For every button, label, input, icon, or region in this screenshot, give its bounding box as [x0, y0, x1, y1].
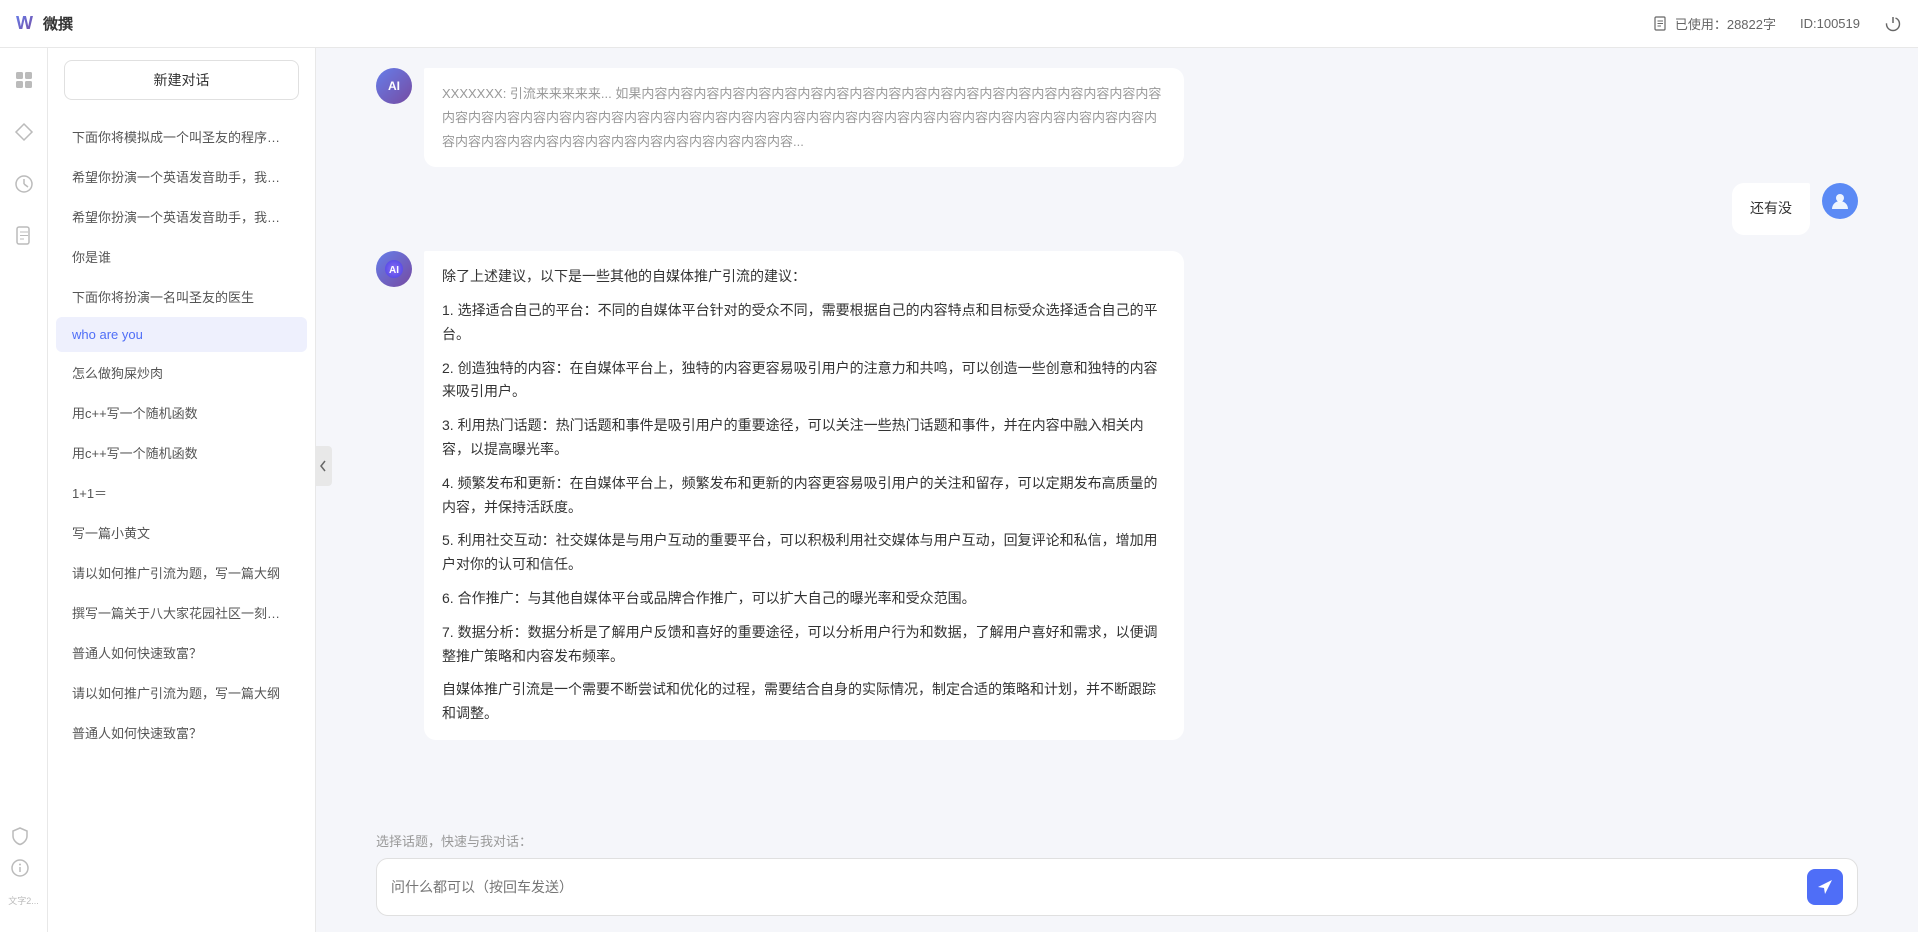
power-icon[interactable]	[1884, 15, 1902, 33]
chat-list-item-11[interactable]: 请以如何推广引流为题，写一篇大纲	[56, 553, 307, 592]
ai-avatar-top: AI	[376, 68, 412, 104]
messages-area: AI XXXXXXX: 引流来来来来来... 如果内容内容内容内容内容内容内容内…	[316, 48, 1918, 819]
sidebar-toggle[interactable]	[316, 446, 332, 486]
document-count-icon	[1653, 16, 1669, 32]
chat-list-item-3[interactable]: 你是谁	[56, 237, 307, 276]
ai-conclusion: 自媒体推广引流是一个需要不断尝试和优化的过程，需要结合自身的实际情况，制定合适的…	[442, 678, 1166, 726]
chat-list-item-8[interactable]: 用c++写一个随机函数	[56, 433, 307, 472]
topbar-right: 已使用：28822字 ID:100519	[1653, 14, 1902, 33]
chat-list-item-9[interactable]: 1+1＝	[56, 473, 307, 512]
sidebar-icon-clock[interactable]	[8, 168, 40, 200]
sidebar-icon-document[interactable]	[8, 220, 40, 252]
ai-bubble-1: 除了上述建议，以下是一些其他的自媒体推广引流的建议： 1. 选择适合自己的平台：…	[424, 251, 1184, 740]
message-row-ai-1: AI 除了上述建议，以下是一些其他的自媒体推广引流的建议： 1. 选择适合自己的…	[376, 251, 1858, 740]
top-truncated-text: XXXXXXX: 引流来来来来来... 如果内容内容内容内容内容内容内容内容内容…	[442, 86, 1161, 149]
message-row-user-1: 还有没	[376, 183, 1858, 235]
ai-point-6: 6. 合作推广：与其他自媒体平台或品牌合作推广，可以扩大自己的曝光率和受众范围。	[442, 587, 1166, 611]
chat-list-item-0[interactable]: 下面你将模拟成一个叫圣友的程序员，我说...	[56, 117, 307, 156]
app-title: 微撰	[43, 13, 73, 34]
ai-point-7: 7. 数据分析：数据分析是了解用户反馈和喜好的重要途径，可以分析用户行为和数据，…	[442, 621, 1166, 669]
send-button[interactable]	[1807, 869, 1843, 905]
chat-list-item-10[interactable]: 写一篇小黄文	[56, 513, 307, 552]
ai-point-5: 5. 利用社交互动：社交媒体是与用户互动的重要平台，可以积极利用社交媒体与用户互…	[442, 529, 1166, 577]
svg-text:AI: AI	[389, 265, 399, 276]
topbar: W 微撰 已使用：28822字 ID:100519	[0, 0, 1918, 48]
icon-sidebar: 文字2...	[0, 48, 48, 932]
chat-main: AI XXXXXXX: 引流来来来来来... 如果内容内容内容内容内容内容内容内…	[316, 48, 1918, 932]
ai-bubble-top: XXXXXXX: 引流来来来来来... 如果内容内容内容内容内容内容内容内容内容…	[424, 68, 1184, 167]
usage-info: 已使用：28822字	[1653, 14, 1776, 33]
chat-list-item-13[interactable]: 普通人如何快速致富？	[56, 633, 307, 672]
chat-list-item-5[interactable]: who are you	[56, 317, 307, 352]
new-chat-button[interactable]: 新建对话	[64, 60, 299, 100]
user-avatar-1	[1822, 183, 1858, 219]
input-area: 选择话题，快速与我对话：	[316, 819, 1918, 932]
chat-list-item-14[interactable]: 请以如何推广引流为题，写一篇大纲	[56, 673, 307, 712]
user-message-1-text: 还有没	[1750, 200, 1792, 216]
chat-list-item-7[interactable]: 用c++写一个随机函数	[56, 393, 307, 432]
ai-avatar-1: AI	[376, 251, 412, 287]
chat-input[interactable]	[391, 875, 1807, 899]
ai-point-2: 2. 创造独特的内容：在自媒体平台上，独特的内容更容易吸引用户的注意力和共鸣，可…	[442, 357, 1166, 405]
send-icon	[1816, 878, 1834, 896]
message-row-top: AI XXXXXXX: 引流来来来来来... 如果内容内容内容内容内容内容内容内…	[376, 68, 1858, 167]
chat-list-item-2[interactable]: 希望你扮演一个英语发音助手，我提供给你...	[56, 197, 307, 236]
chat-list-item-12[interactable]: 撰写一篇关于八大家花园社区一刻钟便民生...	[56, 593, 307, 632]
chat-list-item-15[interactable]: 普通人如何快速致富？	[56, 713, 307, 752]
sidebar-icon-info[interactable]	[4, 852, 36, 884]
user-bubble-1: 还有没	[1732, 183, 1810, 235]
chat-sidebar: 新建对话 下面你将模拟成一个叫圣友的程序员，我说...希望你扮演一个英语发音助手…	[48, 48, 316, 932]
app-logo: W	[16, 13, 33, 34]
chat-list-item-1[interactable]: 希望你扮演一个英语发音助手，我提供给你...	[56, 157, 307, 196]
input-box-wrapper	[376, 858, 1858, 916]
ai-point-1: 1. 选择适合自己的平台：不同的自媒体平台针对的受众不同，需要根据自己的内容特点…	[442, 299, 1166, 347]
chat-list-item-6[interactable]: 怎么做狗屎炒肉	[56, 353, 307, 392]
chat-list-item-4[interactable]: 下面你将扮演一名叫圣友的医生	[56, 277, 307, 316]
sidebar-bottom-text[interactable]: 文字2...	[4, 884, 43, 916]
ai-point-4: 4. 频繁发布和更新：在自媒体平台上，频繁发布和更新的内容更容易吸引用户的关注和…	[442, 472, 1166, 520]
user-id: ID:100519	[1800, 16, 1860, 31]
icon-sidebar-bottom: 文字2...	[4, 820, 43, 916]
sidebar-icon-home[interactable]	[8, 64, 40, 96]
usage-text: 已使用：28822字	[1675, 14, 1776, 33]
ai-intro: 除了上述建议，以下是一些其他的自媒体推广引流的建议：	[442, 265, 1166, 289]
sidebar-icon-shield[interactable]	[4, 820, 36, 852]
sidebar-icon-diamond[interactable]	[8, 116, 40, 148]
quick-topics-label: 选择话题，快速与我对话：	[376, 831, 1858, 850]
chat-list: 下面你将模拟成一个叫圣友的程序员，我说...希望你扮演一个英语发音助手，我提供给…	[48, 112, 315, 932]
ai-point-3: 3. 利用热门话题：热门话题和事件是吸引用户的重要途径，可以关注一些热门话题和事…	[442, 414, 1166, 462]
